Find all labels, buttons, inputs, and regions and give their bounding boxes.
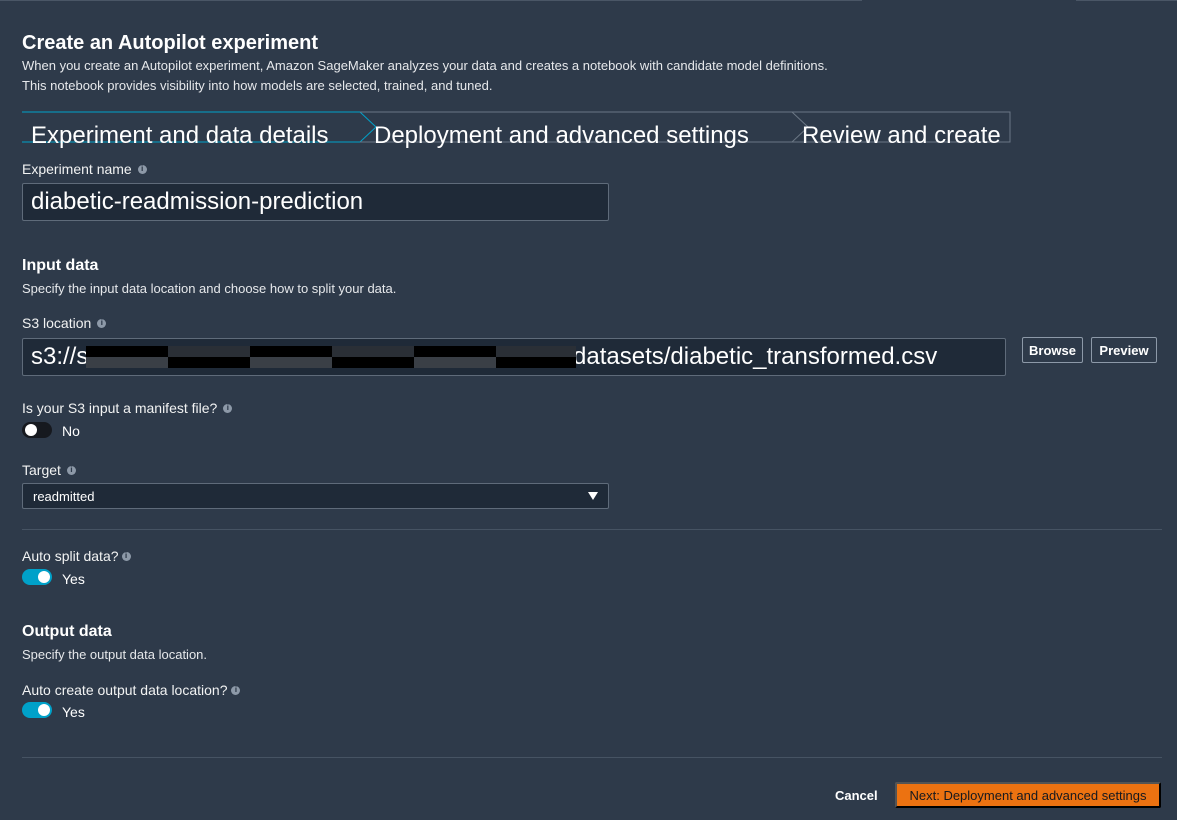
section-divider: [22, 529, 1162, 530]
info-icon[interactable]: i: [231, 685, 241, 695]
info-icon[interactable]: i: [223, 403, 233, 413]
info-icon[interactable]: i: [137, 164, 147, 174]
caret-down-icon: [588, 492, 598, 500]
manifest-toggle-text: No: [62, 423, 80, 439]
top-border-right: [1076, 0, 1177, 1]
auto-split-label: Auto split data? i: [22, 548, 131, 564]
page-description-line1: When you create an Autopilot experiment,…: [22, 58, 828, 73]
next-button[interactable]: Next: Deployment and advanced settings: [895, 782, 1161, 808]
output-data-title: Output data: [22, 623, 112, 640]
experiment-name-label: Experiment name i: [22, 161, 147, 177]
auto-split-toggle[interactable]: [22, 569, 52, 585]
s3-location-label-text: S3 location: [22, 315, 92, 331]
input-data-title: Input data: [22, 257, 99, 274]
auto-create-output-toggle[interactable]: [22, 702, 52, 718]
redaction-bar: [86, 346, 576, 368]
wizard-steps: Experiment and data details Deployment a…: [22, 111, 1012, 149]
info-icon[interactable]: i: [121, 551, 131, 561]
preview-button[interactable]: Preview: [1091, 337, 1157, 363]
s3-location-label: S3 location i: [22, 315, 107, 331]
auto-create-output-label-text: Auto create output data location?: [22, 682, 228, 698]
auto-split-toggle-text: Yes: [62, 571, 85, 587]
target-label: Target i: [22, 462, 76, 478]
target-select[interactable]: readmitted: [22, 483, 609, 509]
page-description-line2: This notebook provides visibility into h…: [22, 78, 493, 93]
manifest-label: Is your S3 input a manifest file? i: [22, 400, 233, 416]
auto-create-output-toggle-text: Yes: [62, 704, 85, 720]
toggle-knob: [25, 424, 37, 436]
manifest-toggle[interactable]: [22, 422, 52, 438]
auto-split-label-text: Auto split data?: [22, 548, 119, 564]
step-experiment-and-data-details[interactable]: Experiment and data details: [31, 121, 329, 151]
step-deployment-and-advanced-settings[interactable]: Deployment and advanced settings: [374, 121, 749, 151]
browse-button[interactable]: Browse: [1022, 337, 1083, 363]
input-data-description: Specify the input data location and choo…: [22, 281, 397, 296]
top-border: [0, 0, 862, 1]
experiment-name-input[interactable]: diabetic-readmission-prediction: [22, 183, 609, 221]
redaction-pattern: [86, 346, 576, 368]
s3-location-prefix: s3://s: [31, 343, 89, 370]
page-title: Create an Autopilot experiment: [22, 32, 318, 54]
step-review-and-create[interactable]: Review and create: [802, 121, 1001, 151]
toggle-knob: [38, 704, 50, 716]
auto-create-output-label: Auto create output data location? i: [22, 682, 241, 698]
toggle-knob: [38, 571, 50, 583]
s3-location-suffix: /datasets/diabetic_transformed.csv: [566, 343, 938, 370]
target-label-text: Target: [22, 462, 61, 478]
experiment-name-label-text: Experiment name: [22, 161, 132, 177]
manifest-label-text: Is your S3 input a manifest file?: [22, 400, 218, 416]
output-data-description: Specify the output data location.: [22, 647, 208, 662]
target-select-value: readmitted: [33, 488, 95, 504]
cancel-button[interactable]: Cancel: [835, 788, 878, 803]
footer-divider: [22, 757, 1162, 758]
experiment-name-value: diabetic-readmission-prediction: [31, 188, 364, 215]
info-icon[interactable]: i: [97, 318, 107, 328]
info-icon[interactable]: i: [66, 465, 76, 475]
